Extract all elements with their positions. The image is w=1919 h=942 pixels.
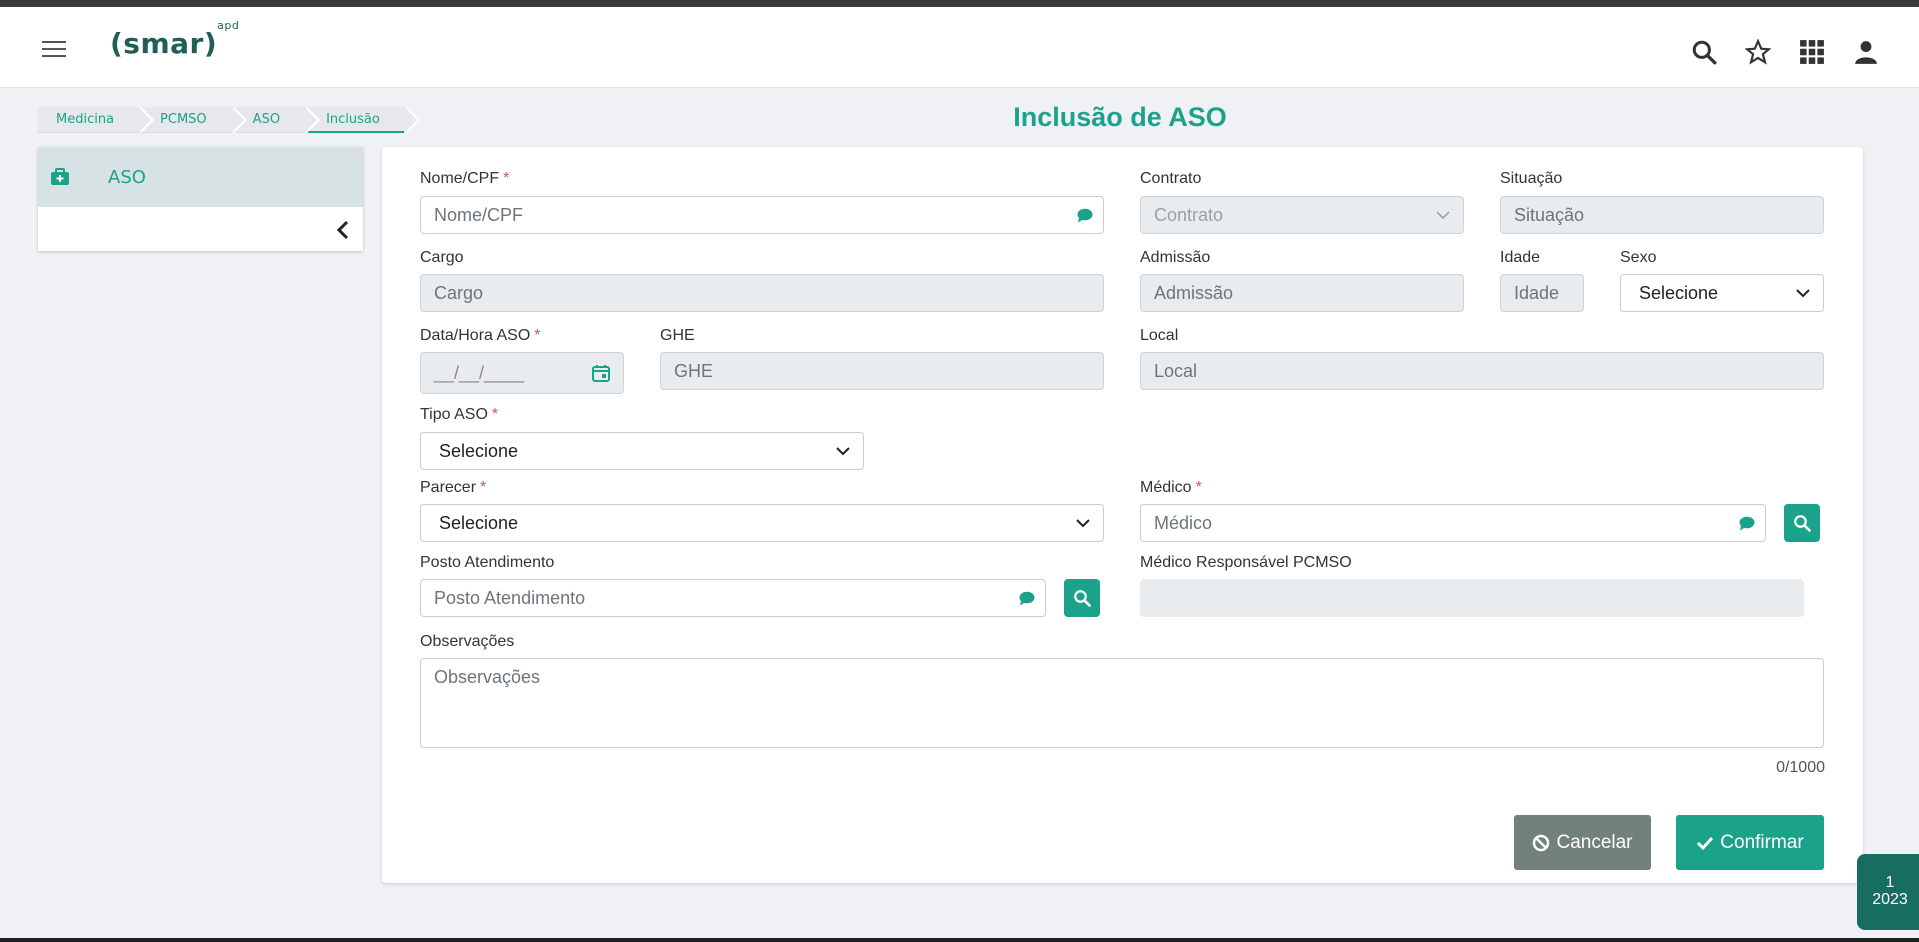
chevron-left-icon[interactable] [333, 219, 353, 241]
search-icon [1794, 515, 1811, 532]
user-icon[interactable] [1853, 39, 1879, 65]
app-logo[interactable]: (smar)apd [110, 19, 239, 60]
header-actions [1691, 39, 1879, 65]
medico-input[interactable]: Médico [1140, 504, 1766, 542]
medico-responsavel-label: Médico Responsável PCMSO [1140, 554, 1352, 571]
breadcrumb-item-inclusao[interactable]: Inclusão [308, 107, 420, 133]
sexo-select[interactable]: Selecione [1620, 274, 1824, 312]
aso-form: Nome/CPF * Nome/CPF Contrato Contrato Sit… [382, 147, 1863, 883]
situacao-field: Situação [1500, 196, 1824, 234]
nome-cpf-label: Nome/CPF * [420, 170, 510, 187]
data-hora-label: Data/Hora ASO * [420, 327, 541, 344]
observacoes-counter: 0/1000 [1776, 759, 1825, 776]
cancel-button[interactable]: Cancelar [1514, 815, 1651, 870]
posto-search-button[interactable] [1064, 579, 1100, 617]
medico-label: Médico * [1140, 479, 1202, 496]
star-icon[interactable] [1745, 39, 1771, 65]
idade-field: Idade [1500, 274, 1584, 312]
cargo-field: Cargo [420, 274, 1104, 312]
app-header: (smar)apd [0, 7, 1919, 88]
page-title: Inclusão de ASO [1013, 102, 1227, 132]
sexo-label: Sexo [1620, 249, 1657, 266]
search-icon [1074, 590, 1091, 607]
chevron-down-icon [1796, 289, 1810, 298]
chevron-down-icon [836, 447, 850, 456]
tipo-aso-label: Tipo ASO * [420, 406, 499, 423]
sidebar-item-aso[interactable]: ASO [38, 147, 363, 207]
contrato-select[interactable]: Contrato [1140, 196, 1464, 234]
menu-icon[interactable] [42, 41, 66, 59]
posto-input[interactable]: Posto Atendimento [420, 579, 1046, 617]
admissao-label: Admissão [1140, 249, 1211, 266]
sidebar-item-label: ASO [108, 166, 146, 188]
year-badge-period: 1 [1885, 874, 1895, 891]
posto-label: Posto Atendimento [420, 554, 555, 571]
calendar-icon[interactable] [592, 364, 610, 382]
chat-icon [1019, 591, 1035, 606]
chevron-down-icon [1436, 211, 1450, 220]
check-icon [1697, 836, 1714, 850]
chat-icon [1739, 516, 1755, 531]
parecer-select[interactable]: Selecione [420, 504, 1104, 542]
ghe-field: GHE [660, 352, 1104, 390]
window-top-strip [0, 0, 1919, 7]
search-icon[interactable] [1691, 39, 1717, 65]
breadcrumb: Medicina PCMSO ASO Inclusão [38, 107, 420, 133]
cargo-label: Cargo [420, 249, 464, 266]
medico-search-button[interactable] [1784, 504, 1820, 542]
year-badge-year: 2023 [1872, 891, 1908, 908]
observacoes-textarea[interactable]: Observações [420, 658, 1824, 748]
parecer-label: Parecer * [420, 479, 487, 496]
chat-icon [1077, 208, 1093, 223]
admissao-field: Admissão [1140, 274, 1464, 312]
apps-grid-icon[interactable] [1799, 39, 1825, 65]
ghe-label: GHE [660, 327, 695, 344]
breadcrumb-item-medicina[interactable]: Medicina [38, 107, 155, 133]
medico-responsavel-field [1140, 579, 1804, 617]
year-badge[interactable]: 1 2023 [1857, 854, 1919, 930]
observacoes-label: Observações [420, 633, 515, 650]
window-bottom-strip [0, 938, 1919, 942]
confirm-button[interactable]: Confirmar [1676, 815, 1824, 870]
contrato-label: Contrato [1140, 170, 1202, 187]
breadcrumb-item-pcmso[interactable]: PCMSO [142, 107, 247, 133]
medical-case-icon [51, 168, 69, 185]
nome-cpf-input[interactable]: Nome/CPF [420, 196, 1104, 234]
data-hora-input[interactable]: __/__/____ [420, 352, 624, 394]
situacao-label: Situação [1500, 170, 1563, 187]
ban-icon [1533, 834, 1550, 851]
local-field: Local [1140, 352, 1824, 390]
tipo-aso-select[interactable]: Selecione [420, 432, 864, 470]
idade-label: Idade [1500, 249, 1541, 266]
chevron-down-icon [1076, 519, 1090, 528]
sidebar: ASO [38, 147, 363, 251]
local-label: Local [1140, 327, 1179, 344]
